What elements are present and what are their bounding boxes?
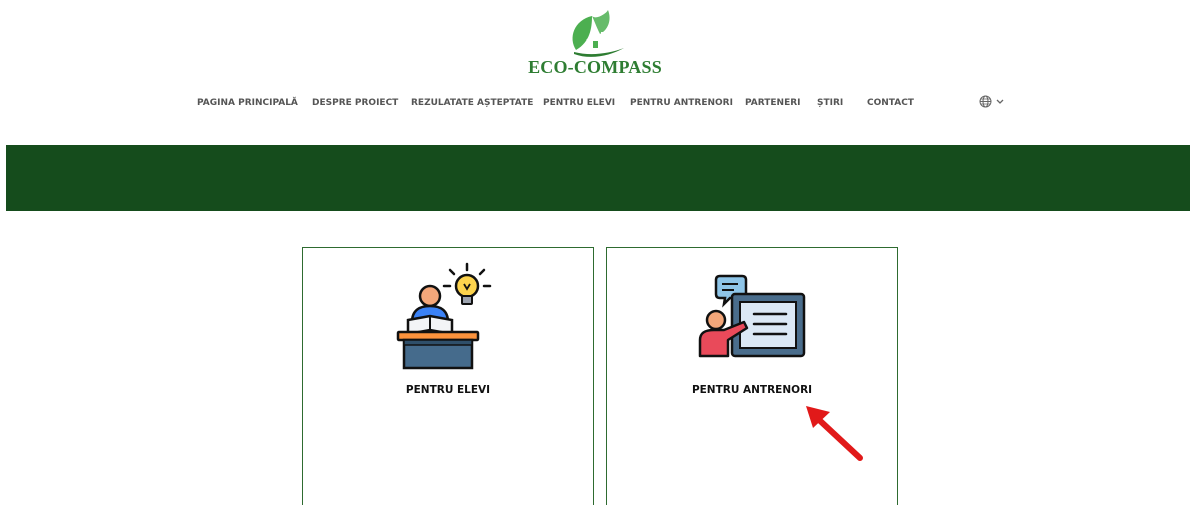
nav-item-students[interactable]: PENTRU ELEVI <box>543 96 615 110</box>
site-logo[interactable]: ECO-COMPASS <box>0 10 1190 76</box>
nav-item-about[interactable]: DESPRE PROIECT <box>312 96 398 110</box>
brand-name: ECO-COMPASS <box>528 57 662 77</box>
globe-icon <box>979 95 992 108</box>
card-title: PENTRU ANTRENORI <box>691 384 813 396</box>
page-banner <box>6 145 1190 211</box>
student-desk-lightbulb-icon <box>396 262 492 370</box>
trainer-presentation-icon <box>698 274 806 358</box>
chevron-down-icon <box>996 99 1004 104</box>
red-arrow-icon <box>806 406 863 461</box>
card-trainers[interactable]: PENTRU ANTRENORI <box>606 247 898 505</box>
page: ECO-COMPASS PAGINA PRINCIPALĂ DESPRE PRO… <box>0 0 1190 505</box>
nav-item-expected-results[interactable]: REZULATATE AȘTEPTATE <box>411 96 533 110</box>
eco-house-leaf-icon <box>572 10 624 57</box>
nav-item-news[interactable]: ȘTIRI <box>817 96 843 110</box>
main-nav: PAGINA PRINCIPALĂ DESPRE PROIECT REZULAT… <box>0 96 1190 112</box>
nav-item-trainers[interactable]: PENTRU ANTRENORI <box>630 96 733 110</box>
card-title: PENTRU ELEVI <box>405 384 491 396</box>
nav-item-contact[interactable]: CONTACT <box>867 96 914 110</box>
nav-item-home[interactable]: PAGINA PRINCIPALĂ <box>197 96 298 110</box>
nav-item-partners[interactable]: PARTENERI <box>745 96 801 110</box>
card-students[interactable]: PENTRU ELEVI <box>302 247 594 505</box>
language-selector[interactable] <box>979 95 1004 108</box>
